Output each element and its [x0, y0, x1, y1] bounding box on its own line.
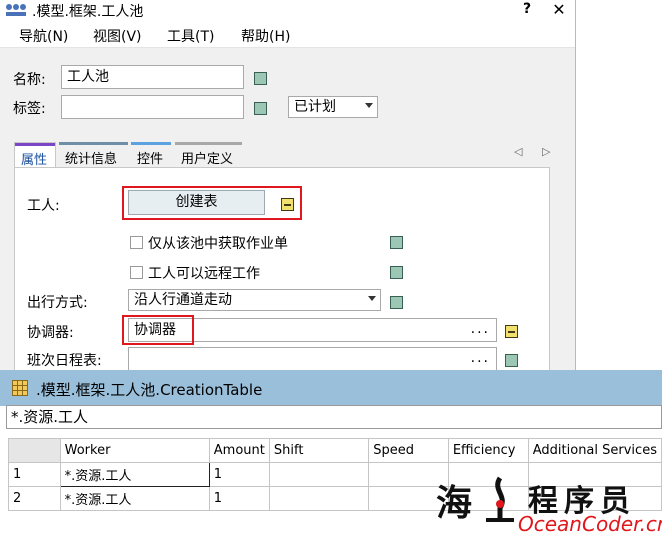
column-header-additional-services[interactable]: Additional Services — [527, 438, 662, 463]
remote-work-label: 工人可以远程工作 — [148, 266, 260, 282]
create-table-button[interactable]: 创建表 — [128, 190, 265, 215]
column-header-amount[interactable]: Amount — [208, 438, 270, 463]
efficiency-cell[interactable] — [447, 486, 529, 511]
tab-label: 属性 — [21, 153, 48, 168]
shift-cell[interactable] — [268, 462, 370, 487]
help-button[interactable]: ? — [520, 1, 534, 17]
efficiency-cell[interactable] — [447, 462, 529, 487]
amount-cell[interactable]: 1 — [208, 462, 270, 487]
dialog-titlebar[interactable]: .模型.框架.工人池 ? ✕ — [0, 0, 575, 22]
shift-input[interactable]: ... — [128, 347, 497, 370]
only-from-pool-label: 仅从该池中获取作业单 — [148, 236, 288, 252]
app-icon — [6, 4, 26, 16]
tab-label: 用户定义 — [181, 152, 234, 167]
tab-color-bar — [59, 142, 128, 145]
speed-cell[interactable] — [368, 486, 449, 511]
menu-help[interactable]: 帮助(H) — [241, 26, 290, 46]
table-title: .模型.框架.工人池.CreationTable — [36, 381, 263, 399]
plan-status-dropdown[interactable]: 已计划 — [288, 96, 378, 118]
shift-status-icon — [505, 354, 518, 367]
column-header-speed[interactable]: Speed — [368, 438, 449, 463]
shift-label: 班次日程表: — [27, 353, 102, 369]
menu-bar: 导航(N) 视图(V) 工具(T) 帮助(H) — [0, 22, 575, 48]
chevron-down-icon — [365, 103, 373, 108]
additional-services-cell[interactable] — [527, 462, 662, 487]
travel-value: 沿人行通道走动 — [134, 292, 232, 308]
highlight-box — [122, 315, 194, 345]
tab-color-bar — [15, 143, 55, 146]
tab-label: 控件 — [137, 152, 164, 167]
worker-label: 工人: — [27, 198, 60, 214]
tab-controls[interactable]: 控件 — [131, 142, 171, 168]
travel-status-icon — [390, 296, 403, 309]
tag-label: 标签: — [13, 101, 46, 117]
row-number[interactable]: 2 — [8, 486, 61, 511]
worker-status-icon — [281, 198, 294, 211]
shift-cell[interactable] — [268, 486, 370, 511]
tab-user-defined[interactable]: 用户定义 — [175, 142, 242, 168]
table-titlebar[interactable]: .模型.框架.工人池.CreationTable — [0, 370, 662, 406]
only-from-pool-status-icon — [390, 236, 403, 249]
coordinator-label: 协调器: — [27, 325, 74, 341]
additional-services-cell[interactable] — [527, 486, 662, 511]
remote-work-status-icon — [390, 266, 403, 279]
only-from-pool-checkbox[interactable] — [130, 236, 143, 249]
table-icon — [12, 380, 28, 396]
plan-status-value: 已计划 — [294, 99, 336, 115]
dialog-title: .模型.框架.工人池 — [32, 4, 144, 20]
table-corner[interactable] — [8, 438, 61, 463]
table-path-field[interactable]: *.资源.工人 — [6, 405, 662, 429]
menu-tools[interactable]: 工具(T) — [167, 26, 214, 46]
worker-cell[interactable]: *.资源.工人 — [59, 486, 210, 511]
chevron-down-icon — [368, 296, 376, 301]
travel-label: 出行方式: — [27, 295, 88, 311]
tab-color-bar — [131, 142, 171, 145]
menu-view[interactable]: 视图(V) — [93, 26, 142, 46]
name-status-icon — [254, 72, 267, 85]
tag-status-icon — [254, 102, 267, 115]
tab-properties[interactable]: 属性 — [14, 142, 56, 168]
name-input[interactable]: 工人池 — [61, 65, 244, 89]
creation-table: Worker Amount Shift Speed Efficiency Add… — [8, 438, 662, 511]
row-number[interactable]: 1 — [8, 462, 61, 487]
amount-cell[interactable]: 1 — [208, 486, 270, 511]
table-row: 2 *.资源.工人 1 — [8, 486, 662, 511]
speed-cell[interactable] — [368, 462, 449, 487]
tab-statistics[interactable]: 统计信息 — [59, 142, 128, 168]
travel-dropdown[interactable]: 沿人行通道走动 — [128, 289, 381, 311]
worker-cell[interactable]: *.资源.工人 — [59, 462, 210, 487]
tab-label: 统计信息 — [65, 152, 118, 167]
column-header-worker[interactable]: Worker — [59, 438, 210, 463]
column-header-shift[interactable]: Shift — [268, 438, 370, 463]
tab-color-bar — [175, 142, 242, 145]
tab-scroll-arrows[interactable]: ◁ ▷ — [514, 145, 558, 158]
close-button[interactable]: ✕ — [549, 0, 569, 19]
name-label: 名称: — [13, 72, 46, 88]
coordinator-browse-button[interactable]: ... — [471, 319, 490, 339]
shift-browse-button[interactable]: ... — [471, 348, 490, 368]
creation-table-window: .模型.框架.工人池.CreationTable *.资源.工人 Worker … — [0, 370, 662, 535]
table-row: 1 *.资源.工人 1 — [8, 462, 662, 487]
column-header-efficiency[interactable]: Efficiency — [447, 438, 529, 463]
properties-dialog: .模型.框架.工人池 ? ✕ 导航(N) 视图(V) 工具(T) 帮助(H) 名… — [0, 0, 576, 370]
menu-navigate[interactable]: 导航(N) — [19, 26, 68, 46]
remote-work-checkbox[interactable] — [130, 266, 143, 279]
tag-input[interactable] — [61, 95, 244, 119]
coordinator-status-icon — [505, 325, 518, 338]
